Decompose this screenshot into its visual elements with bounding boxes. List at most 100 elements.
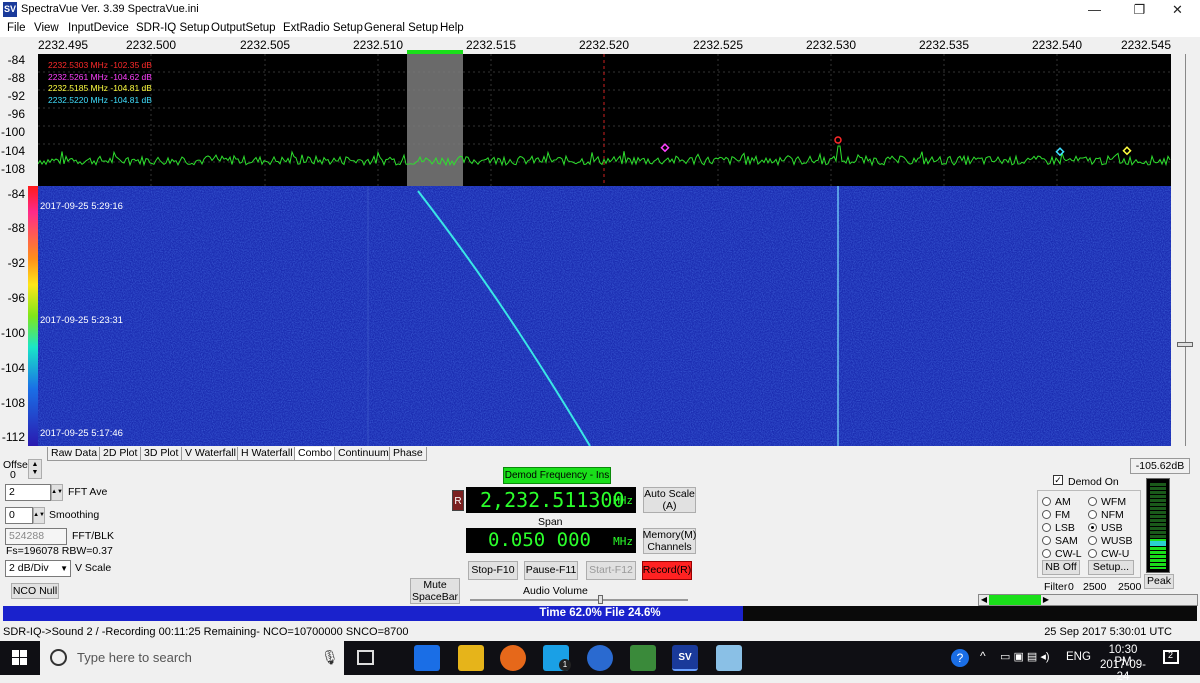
- menu-general-setup[interactable]: General Setup: [364, 22, 438, 34]
- demod-passband-shade[interactable]: [407, 54, 463, 186]
- menu-extradio-setup[interactable]: ExtRadio Setup: [283, 22, 363, 34]
- help-icon[interactable]: ?: [951, 649, 969, 667]
- thunderbird-icon[interactable]: [587, 645, 613, 671]
- microphone-icon[interactable]: 🎙: [321, 649, 339, 666]
- dropbox-icon[interactable]: [414, 645, 440, 671]
- file-explorer-icon[interactable]: [458, 645, 484, 671]
- smoothing-field[interactable]: 0: [5, 507, 33, 524]
- windows-start-icon[interactable]: [12, 650, 28, 666]
- notification-icon[interactable]: 2: [1163, 650, 1179, 664]
- language-indicator[interactable]: ENG: [1066, 651, 1091, 663]
- tab-phase[interactable]: Phase: [389, 447, 427, 461]
- photos-icon[interactable]: [630, 645, 656, 671]
- vscale-label: V Scale: [75, 562, 112, 574]
- mute-button[interactable]: Mute SpaceBar: [410, 578, 460, 604]
- chevron-up-icon[interactable]: ^: [980, 649, 986, 663]
- marker-magenta[interactable]: [660, 143, 670, 153]
- menu-outputsetup[interactable]: OutputSetup: [211, 22, 276, 34]
- mode-wusb[interactable]: WUSB: [1088, 535, 1133, 547]
- audio-volume-thumb[interactable]: [598, 595, 603, 604]
- mode-fm[interactable]: FM: [1042, 509, 1070, 521]
- tab-raw-data[interactable]: Raw Data: [47, 447, 102, 461]
- peak-button[interactable]: Peak: [1144, 574, 1174, 589]
- y-label: -104: [0, 361, 25, 375]
- mode-am[interactable]: AM: [1042, 496, 1071, 508]
- minimize-button[interactable]: —: [1072, 0, 1117, 20]
- tab-2d-plot[interactable]: 2D Plot: [99, 447, 142, 461]
- scroll-right-icon[interactable]: ▶: [1041, 595, 1051, 605]
- vscale-select[interactable]: 2 dB/Div ▼: [5, 560, 71, 577]
- smoothing-spinner[interactable]: ▲▼: [33, 507, 45, 524]
- span-unit: MHz: [613, 535, 633, 548]
- demod-on-checkbox[interactable]: ✓: [1053, 475, 1063, 485]
- y-label: -92: [7, 89, 25, 103]
- tab-combo[interactable]: Combo: [294, 447, 336, 461]
- audio-volume-slider[interactable]: [470, 599, 688, 601]
- marker-yellow[interactable]: [1122, 146, 1132, 156]
- span-display[interactable]: 0.050 000 MHz: [466, 528, 636, 553]
- smoothing-label: Smoothing: [49, 509, 100, 521]
- skype-icon[interactable]: 1: [543, 645, 571, 671]
- menu-inputdevice[interactable]: InputDevice: [68, 22, 129, 34]
- nb-off-button[interactable]: NB Off: [1042, 560, 1080, 575]
- fft-blk-select[interactable]: 524288: [5, 528, 67, 545]
- spectravue-taskbar-icon[interactable]: SV: [672, 645, 698, 671]
- offset-value: 0: [10, 469, 16, 481]
- pause-button[interactable]: Pause-F11: [524, 561, 578, 580]
- mode-wfm[interactable]: WFM: [1088, 496, 1126, 508]
- fft-ave-spinner[interactable]: ▲▼: [51, 484, 63, 501]
- level-slider-thumb[interactable]: [1177, 342, 1193, 347]
- filter-scroll-thumb[interactable]: [989, 595, 1041, 605]
- record-button[interactable]: Record(R): [642, 561, 692, 580]
- setup-button[interactable]: Setup...: [1088, 560, 1134, 575]
- spectrum-plot[interactable]: 2232.5303 MHz -102.35 dB 2232.5261 MHz -…: [38, 54, 1171, 186]
- nco-null-button[interactable]: NCO Null: [11, 583, 59, 599]
- notepad-icon[interactable]: [716, 645, 742, 671]
- rit-button[interactable]: R: [452, 490, 464, 511]
- taskbar-search-box[interactable]: Type here to search 🎙: [40, 641, 344, 675]
- stop-button[interactable]: Stop-F10: [468, 561, 518, 580]
- freq-tick: 2232.495: [38, 38, 89, 52]
- system-tray-icons[interactable]: ▭ ▣ ▤ ◂): [1000, 650, 1050, 663]
- y-label: -112: [1, 430, 25, 444]
- offset-spinner[interactable]: ▲ ▼: [28, 459, 42, 479]
- tab-3d-plot[interactable]: 3D Plot: [140, 447, 183, 461]
- mode-cw-l[interactable]: CW-L: [1042, 548, 1082, 560]
- fft-ave-field[interactable]: 2: [5, 484, 51, 501]
- menu-view[interactable]: View: [34, 22, 59, 34]
- demod-frequency-display[interactable]: 2,232.511300 MHz: [466, 487, 636, 513]
- start-button[interactable]: Start-F12: [586, 561, 636, 580]
- tab-continuum[interactable]: Continuum: [334, 447, 393, 461]
- mode-cw-u[interactable]: CW-U: [1088, 548, 1129, 560]
- marker-red[interactable]: [834, 136, 842, 144]
- filter-scrollbar[interactable]: ◀ ▶: [978, 594, 1198, 606]
- mode-lsb[interactable]: LSB: [1042, 522, 1075, 534]
- close-button[interactable]: ✕: [1155, 0, 1200, 20]
- mode-sam[interactable]: SAM: [1042, 535, 1078, 547]
- mode-nfm[interactable]: NFM: [1088, 509, 1124, 521]
- level-slider-track[interactable]: [1171, 54, 1200, 446]
- menu-file[interactable]: File: [7, 22, 26, 34]
- waterfall-display[interactable]: 2017-09-25 5:29:16 2017-09-25 5:23:31 20…: [38, 186, 1171, 446]
- task-view-icon[interactable]: [357, 650, 374, 665]
- progress-remaining: [743, 606, 1197, 621]
- y-label: -108: [0, 162, 25, 176]
- scroll-left-icon[interactable]: ◀: [979, 595, 989, 605]
- freq-tick: 2232.535: [918, 38, 970, 52]
- window-title: SpectraVue Ver. 3.39 SpectraVue.ini: [21, 3, 199, 15]
- sample-rate-readout: Fs=196078 RBW=0.37: [6, 545, 113, 557]
- demod-frequency-value: 2,232.511300: [480, 488, 625, 512]
- y-label: -88: [7, 71, 25, 85]
- y-label: -100: [0, 326, 25, 340]
- mode-usb[interactable]: USB: [1088, 522, 1123, 534]
- clock-date[interactable]: 2017-09-24: [1097, 659, 1149, 683]
- firefox-icon[interactable]: [500, 645, 526, 671]
- memory-channels-button[interactable]: Memory(M) Channels: [643, 528, 696, 554]
- tab-h-waterfall[interactable]: H Waterfall: [237, 447, 297, 461]
- y-label: -96: [7, 107, 25, 121]
- filter-width: 2500: [1118, 581, 1142, 593]
- menu-sdr-iq-setup[interactable]: SDR-IQ Setup: [136, 22, 210, 34]
- menu-help[interactable]: Help: [440, 22, 464, 34]
- tab-v-waterfall[interactable]: V Waterfall: [181, 447, 240, 461]
- auto-scale-button[interactable]: Auto Scale (A): [643, 487, 696, 513]
